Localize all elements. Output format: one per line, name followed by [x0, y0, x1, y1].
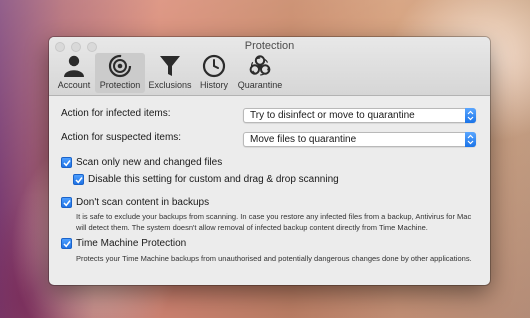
skip-backups-label: Don't scan content in backups: [76, 197, 210, 208]
time-machine-option[interactable]: Time Machine Protection: [61, 238, 186, 249]
tab-exclusions-label: Exclusions: [148, 80, 192, 90]
disable-custom-scan-option[interactable]: Disable this setting for custom and drag…: [73, 174, 339, 185]
skip-backups-checkbox[interactable]: [61, 197, 72, 208]
scan-new-files-label: Scan only new and changed files: [76, 157, 223, 168]
select-arrows-icon: [465, 108, 476, 123]
time-machine-checkbox[interactable]: [61, 238, 72, 249]
account-icon: [64, 55, 84, 77]
select-arrows-icon: [465, 132, 476, 147]
tab-history-label: History: [199, 80, 228, 90]
checkmark-icon: [62, 199, 71, 206]
suspected-action-select[interactable]: Move files to quarantine: [243, 132, 476, 147]
history-clock-icon: [202, 54, 226, 78]
checkmark-icon: [62, 159, 71, 166]
tab-quarantine-label: Quarantine: [237, 80, 283, 90]
tab-account[interactable]: Account: [55, 53, 93, 93]
infected-action-select[interactable]: Try to disinfect or move to quarantine: [243, 108, 476, 123]
disable-custom-scan-checkbox[interactable]: [73, 174, 84, 185]
suspected-action-value: Move files to quarantine: [250, 134, 357, 145]
tab-account-label: Account: [57, 80, 91, 90]
window-title: Protection: [244, 40, 295, 52]
skip-backups-description: It is safe to exclude your backups from …: [76, 211, 471, 233]
infected-action-label: Action for infected items:: [61, 108, 171, 119]
infected-action-value: Try to disinfect or move to quarantine: [250, 110, 415, 121]
exclusions-funnel-icon: [160, 56, 180, 76]
skip-backups-description-line-1: It is safe to exclude your backups from …: [76, 212, 472, 221]
preferences-window: Protection Account Protection Exclusions…: [49, 37, 490, 285]
scan-new-files-checkbox[interactable]: [61, 157, 72, 168]
protection-icon: [108, 54, 132, 78]
checkmark-icon: [62, 240, 71, 247]
time-machine-description: Protects your Time Machine backups from …: [76, 254, 472, 263]
checkmark-icon: [74, 176, 83, 183]
biohazard-icon: [249, 55, 271, 76]
tab-quarantine[interactable]: Quarantine: [235, 53, 285, 93]
time-machine-label: Time Machine Protection: [76, 238, 187, 249]
tab-protection[interactable]: Protection: [95, 53, 145, 93]
suspected-action-label: Action for suspected items:: [61, 132, 182, 143]
scan-new-files-option[interactable]: Scan only new and changed files: [61, 157, 222, 168]
protection-settings: Action for infected items: Try to disinf…: [49, 96, 490, 285]
tab-exclusions[interactable]: Exclusions: [147, 53, 193, 93]
skip-backups-description-line-2: will detect them. The system doesn't all…: [76, 223, 428, 232]
disable-custom-scan-label: Disable this setting for custom and drag…: [88, 174, 339, 185]
tab-history[interactable]: History: [195, 53, 233, 93]
toolbar-tabs: Account Protection Exclusions History Qu…: [55, 53, 287, 93]
toolbar: Protection Account Protection Exclusions…: [49, 37, 490, 96]
skip-backups-option[interactable]: Don't scan content in backups: [61, 197, 209, 208]
tab-protection-label: Protection: [99, 80, 141, 90]
